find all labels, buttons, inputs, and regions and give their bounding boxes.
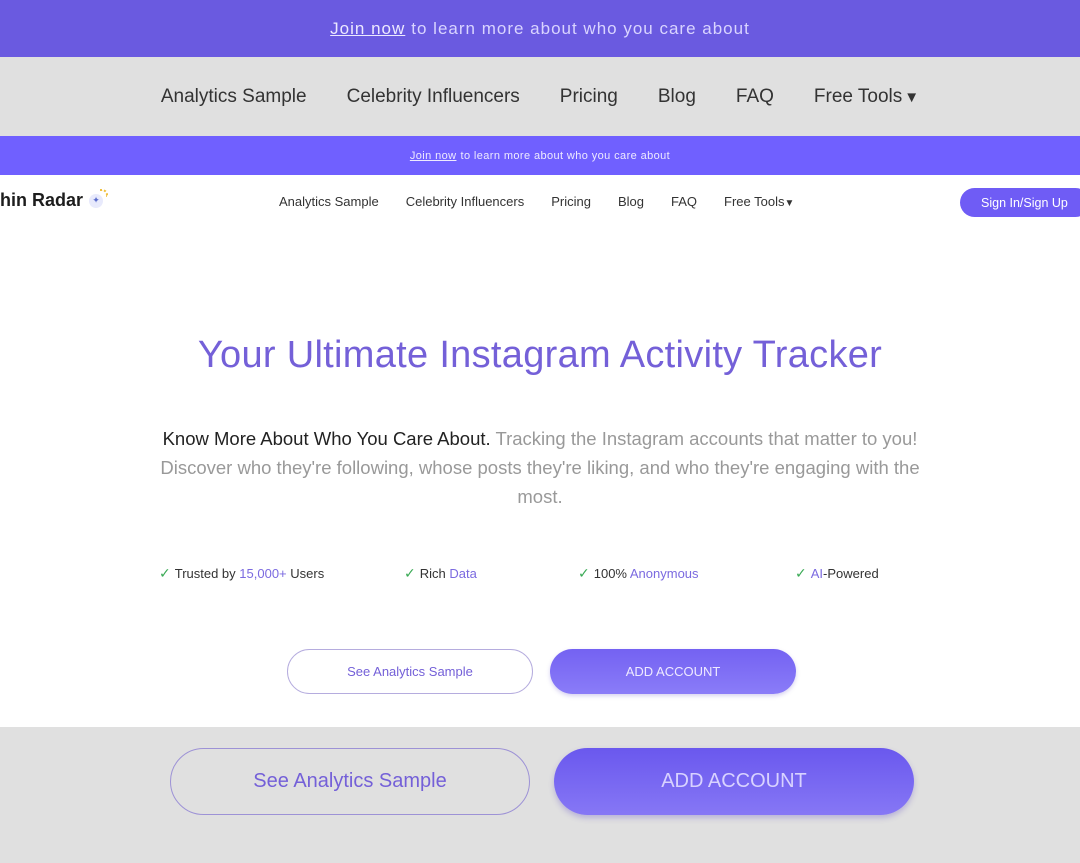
feature-list: ✓ Trusted by 15,000+ Users ✓ Rich Data ✓ 10… — [0, 565, 1080, 585]
check-icon: ✓ — [578, 565, 590, 581]
feature-rich-hl: Data — [449, 566, 477, 581]
nav-item-faq[interactable]: FAQ — [736, 86, 774, 108]
join-now-link[interactable]: Join now — [330, 19, 405, 39]
header-nav-celebrity-influencers[interactable]: Celebrity Influencers — [406, 194, 525, 209]
main-nav-zoomed: Analytics Sample Celebrity Influencers P… — [0, 57, 1080, 136]
header-nav-pricing[interactable]: Pricing — [551, 194, 591, 209]
header-nav: Analytics Sample Celebrity Influencers P… — [279, 194, 794, 209]
feature-rich-data: ✓ Rich Data — [404, 565, 477, 582]
hero-title: Your Ultimate Instagram Activity Tracker — [197, 334, 883, 376]
feature-ai-post: -Powered — [823, 566, 879, 581]
see-analytics-sample-button[interactable]: See Analytics Sample — [287, 649, 533, 694]
header-nav-free-tools[interactable]: Free Tools▼ — [724, 194, 794, 209]
header-nav-faq[interactable]: FAQ — [671, 194, 697, 209]
top-banner-zoomed: Join now to learn more about who you car… — [0, 0, 1080, 57]
nav-item-pricing[interactable]: Pricing — [560, 86, 618, 108]
join-now-link-small[interactable]: Join now — [410, 150, 457, 162]
header-nav-analytics-sample[interactable]: Analytics Sample — [279, 194, 379, 209]
feature-anonymous: ✓ 100% Anonymous — [578, 565, 699, 582]
caret-down-icon-small: ▼ — [784, 198, 795, 209]
hero-lead: Know More About Who You Care About. — [162, 428, 491, 449]
feature-rich-pre: Rich — [419, 566, 450, 581]
header-nav-free-tools-label: Free Tools — [724, 194, 785, 209]
nav-item-free-tools-label: Free Tools — [813, 85, 903, 107]
logo-text: hin Radar — [0, 190, 84, 210]
feature-trusted: ✓ Trusted by 15,000+ Users — [159, 565, 324, 582]
add-account-button-zoomed[interactable]: ADD ACCOUNT — [554, 748, 914, 815]
cta-zoomed-panel — [0, 727, 1080, 863]
check-icon: ✓ — [795, 565, 807, 581]
nav-item-celebrity-influencers[interactable]: Celebrity Influencers — [347, 86, 520, 108]
add-account-button[interactable]: ADD ACCOUNT — [550, 649, 796, 694]
nav-item-blog[interactable]: Blog — [658, 86, 696, 108]
feature-trusted-post: Users — [286, 566, 325, 581]
check-icon: ✓ — [159, 565, 171, 581]
top-banner: Join now to learn more about who you car… — [0, 136, 1080, 175]
radar-logo-icon: ✦ — [89, 188, 109, 208]
feature-anon-hl: Anonymous — [629, 566, 699, 581]
feature-anon-pre: 100% — [593, 566, 630, 581]
nav-item-analytics-sample[interactable]: Analytics Sample — [161, 86, 307, 108]
header-nav-blog[interactable]: Blog — [618, 194, 644, 209]
hero-description: Know More About Who You Care About. Trac… — [140, 424, 940, 511]
banner-text-small: to learn more about who you care about — [460, 149, 671, 162]
banner-text: to learn more about who you care about — [411, 18, 750, 38]
caret-down-icon: ▼ — [904, 88, 920, 106]
feature-ai-hl: AI — [810, 566, 824, 581]
feature-trusted-count: 15,000+ — [239, 566, 287, 581]
feature-trusted-pre: Trusted by — [174, 566, 240, 581]
sign-in-button[interactable]: Sign In/Sign Up — [960, 188, 1080, 217]
nav-item-free-tools[interactable]: Free Tools ▼ — [814, 86, 919, 108]
check-icon: ✓ — [404, 565, 416, 581]
site-logo[interactable]: hin Radar ✦ — [0, 188, 109, 211]
feature-ai-powered: ✓ AI-Powered — [795, 565, 879, 582]
see-analytics-sample-button-zoomed[interactable]: See Analytics Sample — [170, 748, 530, 815]
